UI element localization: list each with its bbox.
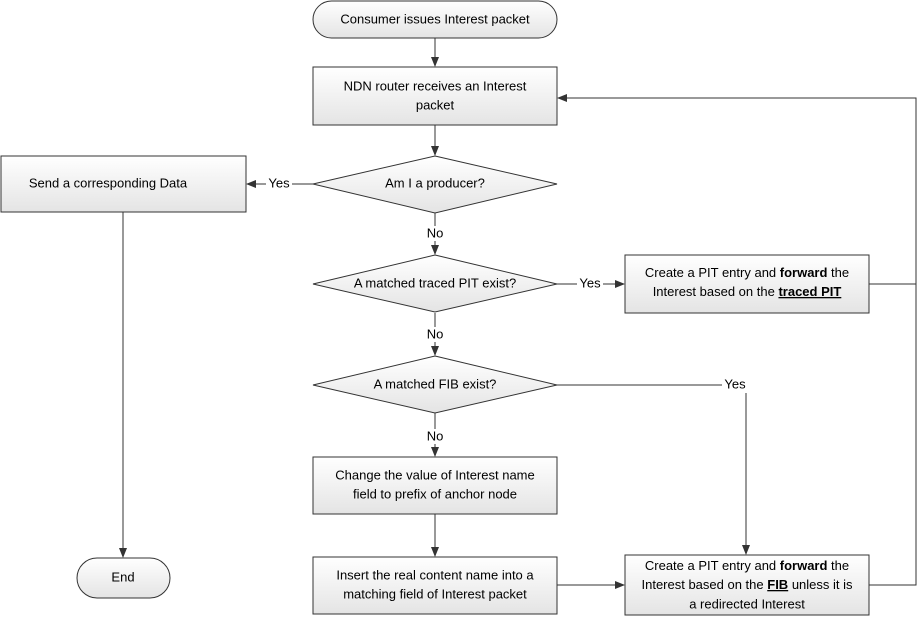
arrow-fib-yes: [557, 384, 750, 555]
svg-text:Create a PIT entry and forward: Create a PIT entry and forward the: [645, 265, 849, 280]
svg-text:NDN router receives an Interes: NDN router receives an Interest: [344, 78, 527, 93]
svg-text:Consumer issues Interest packe: Consumer issues Interest packet: [340, 11, 530, 26]
send-data-box: Send a corresponding Data: [0, 155, 247, 213]
svg-text:matching field of Interest pac: matching field of Interest packet: [343, 586, 527, 601]
no-label-fib: No: [427, 428, 444, 443]
pit-decision: A matched traced PIT exist?: [312, 254, 558, 313]
svg-text:Insert the real content name i: Insert the real content name into a: [336, 567, 534, 582]
no-label-producer: No: [427, 225, 444, 240]
fib-forward-box: Create a PIT entry and forward the Inter…: [624, 554, 870, 616]
svg-text:A matched traced PIT exist?: A matched traced PIT exist?: [354, 275, 516, 290]
end-terminator: End: [76, 557, 171, 599]
svg-text:Interest based on the traced P: Interest based on the traced PIT: [653, 284, 842, 299]
fib-decision: A matched FIB exist?: [312, 355, 558, 414]
receive-box: NDN router receives an Interest packet: [312, 66, 558, 126]
svg-text:packet: packet: [416, 97, 455, 112]
yes-label-producer: Yes: [268, 175, 290, 190]
svg-text:Send a corresponding Data: Send a corresponding Data: [29, 175, 188, 190]
producer-decision: Am I a producer?: [312, 155, 558, 214]
change-box: Change the value of Interest name field …: [312, 456, 558, 515]
insert-box: Insert the real content name into a matc…: [312, 556, 558, 615]
flowchart: Yes No Yes No Yes No Consumer issues Int…: [0, 0, 917, 616]
svg-text:Am I a producer?: Am I a producer?: [385, 175, 485, 190]
start-terminator: Consumer issues Interest packet: [312, 0, 558, 39]
svg-text:End: End: [111, 569, 134, 584]
yes-label-pit: Yes: [579, 275, 601, 290]
no-label-pit: No: [427, 326, 444, 341]
svg-text:field to prefix of anchor node: field to prefix of anchor node: [353, 486, 517, 501]
loop-back-arrow: [557, 94, 917, 586]
pit-forward-box: Create a PIT entry and forward the Inter…: [624, 254, 870, 314]
yes-label-fib: Yes: [724, 376, 746, 391]
svg-text:A matched FIB exist?: A matched FIB exist?: [374, 376, 497, 391]
svg-text:Interest based on the FIB unle: Interest based on the FIB unless it is: [641, 577, 853, 592]
svg-text:a redirected Interest: a redirected Interest: [689, 596, 805, 611]
svg-text:Change the value of Interest: Change the value of Interest name: [335, 467, 534, 482]
svg-text:Create a PIT entry and forward: Create a PIT entry and forward the: [645, 558, 849, 573]
